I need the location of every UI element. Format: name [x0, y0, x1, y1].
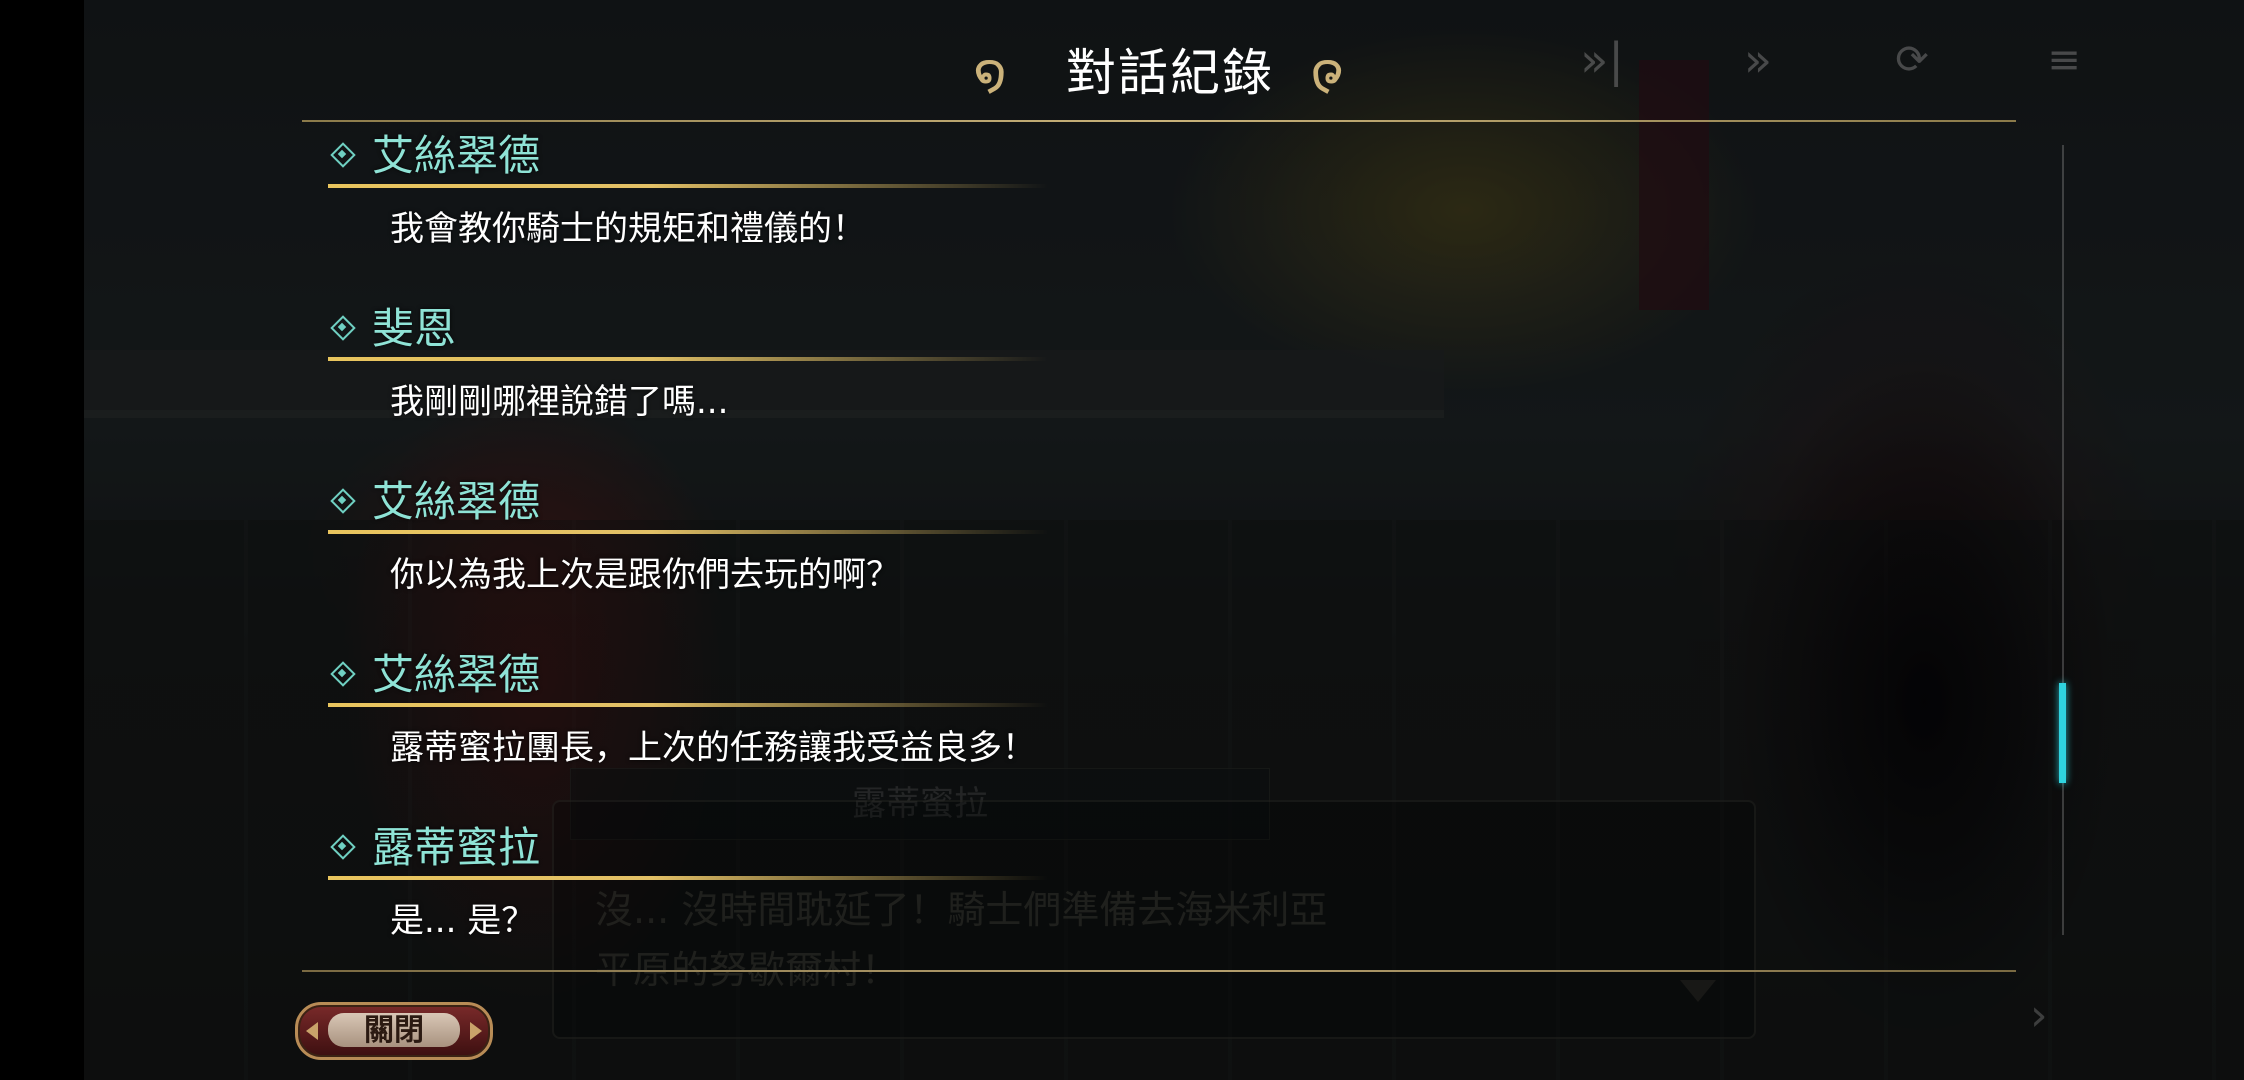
diamond-bullet-icon: [334, 146, 352, 164]
log-header: ໑ 對話紀錄 ໑: [0, 30, 2244, 120]
log-entry: 艾絲翠德 你以為我上次是跟你們去玩的啊？: [328, 474, 1628, 646]
speaker-name: 艾絲翠德: [372, 131, 541, 180]
log-entry: 艾絲翠德 我會教你騎士的規矩和禮儀的！: [328, 128, 1628, 300]
dialogue-log-list[interactable]: 艾絲翠德 我會教你騎士的規矩和禮儀的！ 斐恩 我剛剛哪裡說錯了嗎... 艾絲翠德…: [328, 128, 1628, 968]
ornament-left-icon: ໑: [973, 43, 1007, 103]
speaker-underline: [328, 530, 1048, 534]
speaker-underline: [328, 876, 1048, 880]
speaker-underline: [328, 184, 1048, 188]
dialogue-line: 你以為我上次是跟你們去玩的啊？: [390, 555, 900, 595]
dialogue-line: 我會教你騎士的規矩和禮儀的！: [390, 209, 866, 249]
speaker-underline: [328, 703, 1048, 707]
log-entry: 露蒂蜜拉 是... 是？: [328, 820, 1628, 992]
dialogue-line: 我剛剛哪裡說錯了嗎...: [390, 382, 729, 422]
header-divider: [302, 120, 2016, 122]
speaker-underline: [328, 357, 1048, 361]
log-entry: 斐恩 我剛剛哪裡說錯了嗎...: [328, 301, 1628, 473]
close-button-label: 關閉: [364, 1013, 424, 1048]
dialogue-line: 露蒂蜜拉團長，上次的任務讓我受益良多！: [390, 728, 1036, 768]
speaker-name: 艾絲翠德: [372, 477, 541, 526]
close-button[interactable]: 關閉: [295, 1002, 493, 1060]
diamond-bullet-icon: [334, 492, 352, 510]
dialogue-line: 是... 是？: [390, 901, 536, 941]
speaker-name: 艾絲翠德: [372, 650, 541, 699]
scrollbar-track[interactable]: [2062, 145, 2064, 935]
diamond-bullet-icon: [334, 319, 352, 337]
page-title: 對話紀錄: [1066, 44, 1274, 102]
diamond-bullet-icon: [334, 838, 352, 856]
ornament-right-icon: ໑: [1310, 43, 1344, 103]
footer-divider: [302, 970, 2016, 972]
speaker-name: 斐恩: [372, 304, 457, 353]
log-entry: 艾絲翠德 露蒂蜜拉團長，上次的任務讓我受益良多！: [328, 647, 1628, 819]
diamond-bullet-icon: [334, 665, 352, 683]
speaker-name: 露蒂蜜拉: [372, 823, 541, 872]
side-arrow-icon: ›: [2030, 990, 2048, 1041]
scrollbar-thumb[interactable]: [2059, 683, 2066, 784]
